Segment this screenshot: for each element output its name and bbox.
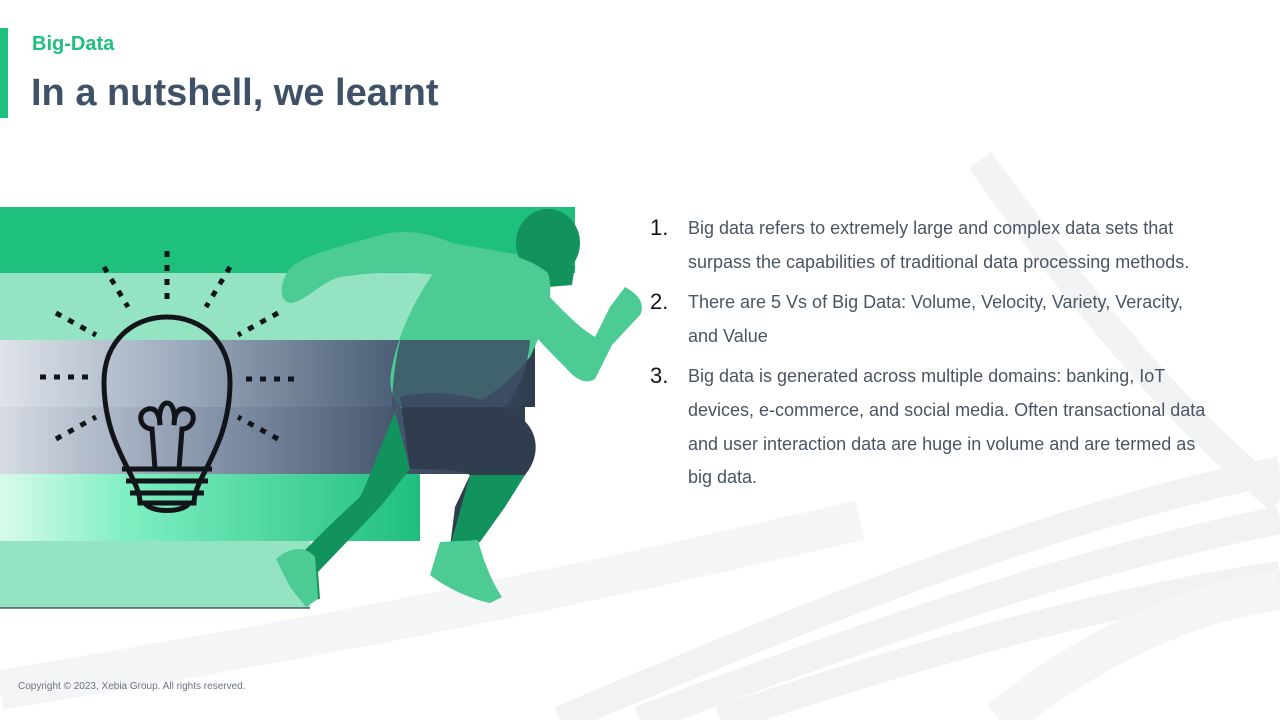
list-item-number: 2.	[650, 289, 669, 315]
list-item-text: Big data is generated across multiple do…	[688, 366, 1206, 488]
page-title: In a nutshell, we learnt	[31, 72, 439, 114]
list-item-number: 1.	[650, 215, 669, 240]
list-item: 1. Big data refers to extremely large an…	[650, 212, 1210, 279]
hero-illustration	[0, 207, 642, 609]
accent-bar	[0, 28, 8, 118]
section-kicker: Big-Data	[32, 33, 115, 55]
list-item-text: There are 5 Vs of Big Data: Volume, Velo…	[688, 292, 1183, 346]
list-item-text: Big data refers to extremely large and c…	[688, 218, 1190, 272]
stripe-2	[0, 273, 455, 340]
key-points-list: 1. Big data refers to extremely large an…	[650, 212, 1210, 502]
list-item-number: 3.	[650, 363, 669, 389]
list-item: 2. There are 5 Vs of Big Data: Volume, V…	[650, 286, 1210, 353]
list-item: 3. Big data is generated across multiple…	[650, 360, 1210, 494]
stripe-6	[0, 541, 310, 608]
copyright-notice: Copyright © 2023, Xebia Group. All right…	[18, 681, 246, 692]
